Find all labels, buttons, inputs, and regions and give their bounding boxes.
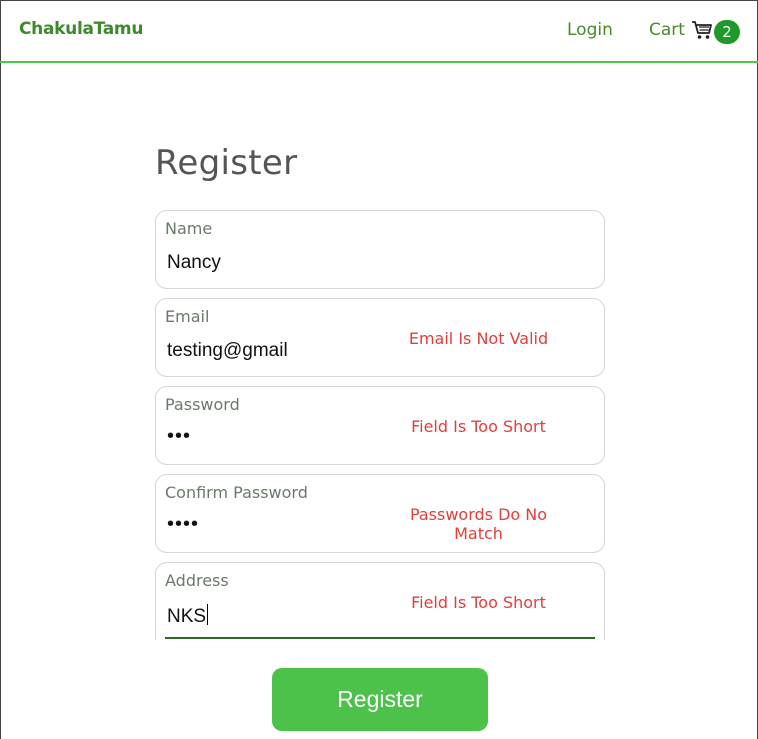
email-field[interactable]: Email testing@gmail Email Is Not Valid — [155, 298, 605, 377]
address-label: Address — [165, 571, 229, 590]
shopping-cart-icon — [691, 21, 712, 39]
password-field[interactable]: Password ••• Field Is Too Short — [155, 386, 605, 465]
password-error: Field Is Too Short — [411, 417, 546, 436]
address-error: Field Is Too Short — [411, 593, 546, 612]
cart-count-badge: 2 — [714, 20, 740, 44]
email-label: Email — [165, 307, 210, 326]
cart-label: Cart — [649, 20, 685, 40]
login-link[interactable]: Login — [567, 20, 613, 40]
confirm-password-label: Confirm Password — [165, 483, 308, 502]
email-input[interactable]: testing@gmail — [167, 340, 387, 362]
address-field[interactable]: Address NKS Field Is Too Short — [155, 562, 605, 640]
navbar: ChakulaTamu Login Cart 2 — [0, 0, 758, 63]
email-error: Email Is Not Valid — [408, 329, 549, 348]
text-caret — [207, 604, 209, 625]
name-input[interactable]: Nancy — [167, 252, 387, 274]
page-title: Register — [155, 143, 298, 183]
name-field[interactable]: Name Nancy — [155, 210, 605, 289]
brand-logo[interactable]: ChakulaTamu — [19, 19, 143, 39]
cart-link[interactable]: Cart — [649, 20, 713, 40]
name-label: Name — [165, 219, 213, 238]
address-value: NKS — [167, 606, 207, 627]
address-input[interactable]: NKS — [167, 604, 387, 628]
password-input[interactable]: ••• — [167, 425, 387, 448]
password-label: Password — [165, 395, 240, 414]
address-focus-underline — [165, 637, 595, 639]
confirm-password-input[interactable]: •••• — [167, 513, 387, 536]
confirm-password-field[interactable]: Confirm Password •••• Passwords Do No Ma… — [155, 474, 605, 553]
register-button[interactable]: Register — [272, 668, 488, 731]
confirm-password-error: Passwords Do No Match — [409, 505, 548, 543]
